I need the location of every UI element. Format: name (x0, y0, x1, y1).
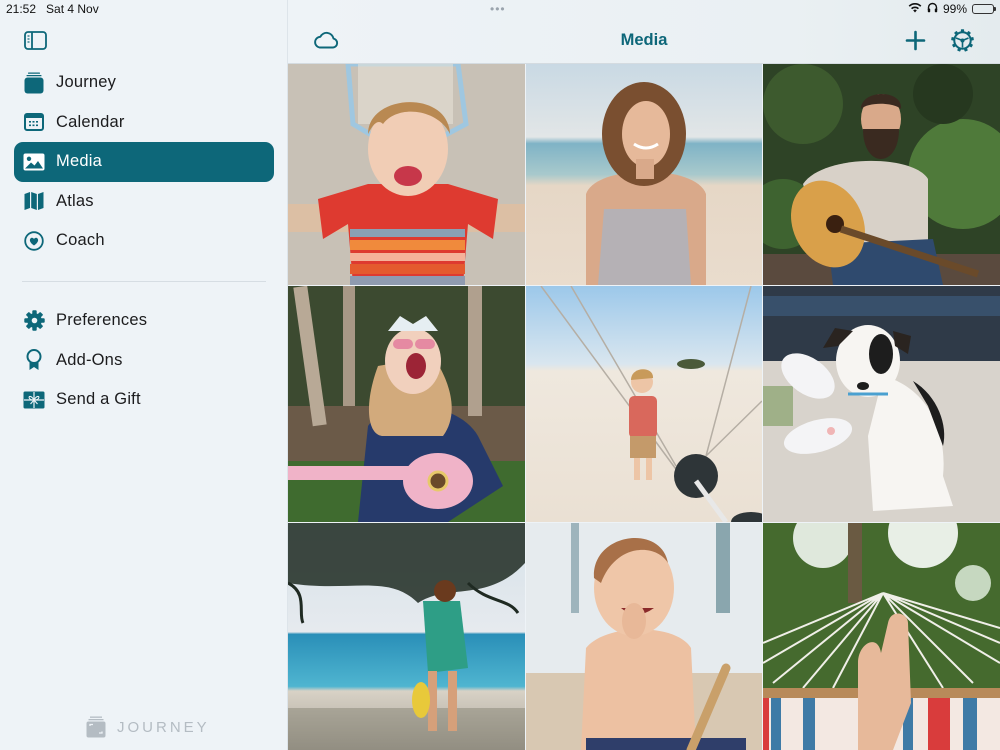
status-bar-left: 21:52 Sat 4 Nov (6, 2, 99, 16)
brand-label: JOURNEY (117, 718, 210, 736)
sidebar-item-atlas[interactable]: Atlas (14, 182, 274, 222)
map-icon (23, 190, 45, 212)
status-bar-right: 99% (908, 2, 996, 16)
brand-logo: JOURNEY (86, 716, 210, 738)
battery-icon (972, 4, 996, 14)
cloud-icon (314, 31, 339, 49)
sidebar: Journey Calendar Media Atlas Coach Prefe… (0, 0, 288, 750)
gear-icon (23, 310, 45, 332)
journal-stack-icon (23, 72, 45, 94)
headphones-icon (927, 2, 938, 16)
media-thumbnail[interactable] (526, 64, 762, 285)
media-thumbnail[interactable] (763, 523, 1000, 750)
sidebar-item-label: Calendar (56, 112, 125, 131)
secondary-nav: Preferences Add-Ons Send a Gift (14, 301, 274, 420)
sidebar-toggle-icon (24, 31, 47, 50)
primary-nav: Journey Calendar Media Atlas Coach (14, 63, 274, 261)
calendar-icon (23, 111, 45, 133)
image-icon (23, 151, 45, 173)
sidebar-item-label: Send a Gift (56, 390, 141, 409)
status-date: Sat 4 Nov (46, 2, 99, 16)
navigation-bar: Media (288, 0, 1000, 64)
sidebar-item-label: Add-Ons (56, 350, 123, 369)
settings-wheel-icon (951, 29, 974, 52)
sidebar-divider (22, 281, 266, 282)
status-time: 21:52 (6, 2, 37, 16)
sidebar-toggle-button[interactable] (24, 31, 47, 50)
sidebar-item-journey[interactable]: Journey (14, 63, 274, 103)
gift-icon (23, 389, 45, 411)
main-content: Media (288, 0, 1000, 750)
sidebar-item-label: Coach (56, 231, 105, 250)
wifi-icon (908, 2, 922, 16)
sidebar-item-preferences[interactable]: Preferences (14, 301, 274, 341)
add-button[interactable] (905, 30, 926, 51)
media-grid (288, 64, 1000, 750)
media-thumbnail[interactable] (288, 286, 525, 522)
settings-button[interactable] (951, 29, 974, 52)
heart-circle-icon (23, 230, 45, 252)
multitasking-indicator[interactable]: ••• (490, 2, 506, 16)
plus-icon (905, 30, 926, 51)
media-thumbnail[interactable] (763, 64, 1000, 285)
sidebar-item-coach[interactable]: Coach (14, 221, 274, 261)
sidebar-item-add-ons[interactable]: Add-Ons (14, 341, 274, 381)
media-thumbnail[interactable] (763, 286, 1000, 522)
media-thumbnail[interactable] (288, 64, 525, 285)
media-thumbnail[interactable] (526, 523, 762, 750)
sidebar-item-calendar[interactable]: Calendar (14, 103, 274, 143)
sidebar-item-label: Journey (56, 73, 117, 92)
battery-percent: 99% (942, 2, 967, 16)
sidebar-item-media[interactable]: Media (14, 142, 274, 182)
sidebar-item-label: Atlas (56, 191, 94, 210)
page-title: Media (620, 31, 668, 49)
sidebar-item-label: Media (56, 152, 102, 171)
journey-logo-icon (86, 716, 106, 738)
media-thumbnail[interactable] (526, 286, 762, 522)
cloud-sync-button[interactable] (313, 30, 339, 50)
sidebar-item-label: Preferences (56, 311, 148, 330)
media-thumbnail[interactable] (288, 523, 525, 750)
ribbon-award-icon (23, 349, 45, 371)
sidebar-item-send-a-gift[interactable]: Send a Gift (14, 380, 274, 420)
